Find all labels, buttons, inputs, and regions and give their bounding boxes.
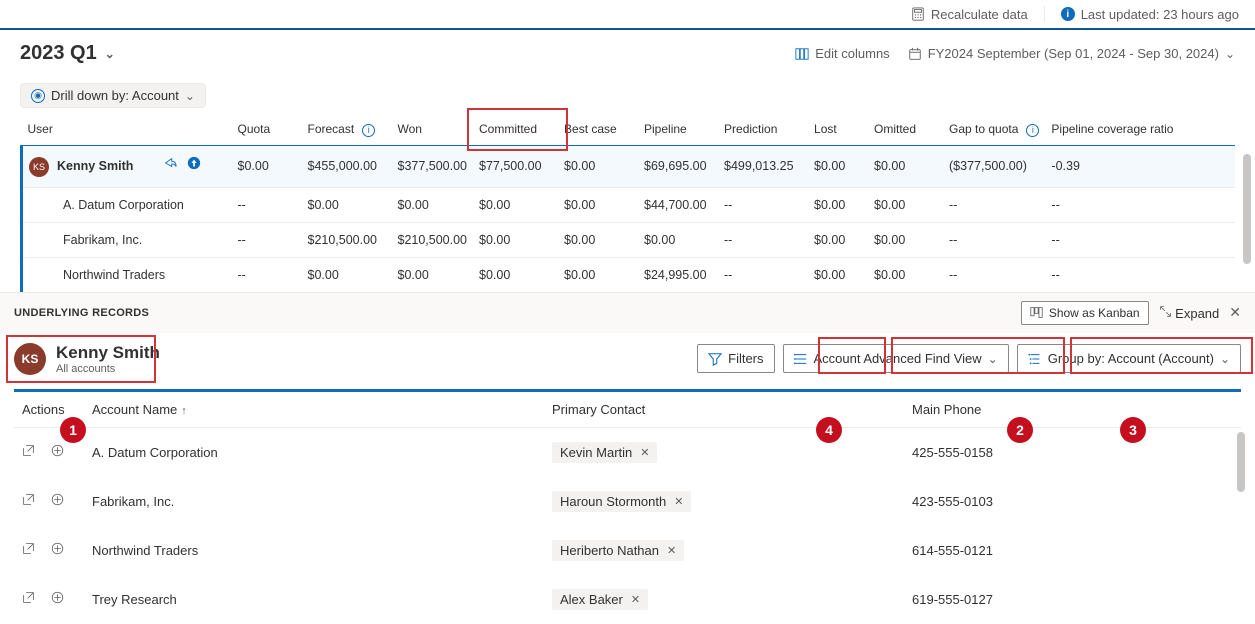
- last-updated-label: Last updated: 23 hours ago: [1081, 7, 1239, 22]
- table-row[interactable]: Northwind Traders Heriberto Nathan✕ 614-…: [14, 526, 1241, 575]
- kanban-label: Show as Kanban: [1049, 306, 1140, 320]
- drill-label: Drill down by: Account: [51, 88, 179, 103]
- drill-icon: ◉: [31, 89, 45, 103]
- filter-icon: [708, 352, 722, 366]
- highlight-user: [6, 335, 156, 383]
- open-icon[interactable]: [22, 444, 35, 457]
- drill-down-button[interactable]: ◉ Drill down by: Account ⌄: [20, 83, 206, 108]
- contact-tag[interactable]: Haroun Stormonth✕: [552, 491, 691, 512]
- filters-label: Filters: [728, 351, 763, 366]
- phone: 619-555-0127: [904, 575, 1241, 624]
- add-icon[interactable]: [51, 493, 64, 506]
- period-selector[interactable]: 2023 Q1 ⌄: [20, 42, 115, 65]
- avatar: KS: [29, 157, 49, 177]
- contact-tag[interactable]: Alex Baker✕: [552, 589, 648, 610]
- account-name[interactable]: Fabrikam, Inc.: [84, 477, 544, 526]
- callout-1: 1: [60, 417, 86, 443]
- col-phone[interactable]: Main Phone: [904, 392, 1241, 428]
- list-icon: [794, 352, 808, 366]
- page-title: 2023 Q1: [20, 42, 97, 65]
- open-icon[interactable]: [22, 493, 35, 506]
- highlight-view: [891, 337, 1065, 374]
- filters-button[interactable]: Filters: [697, 344, 774, 373]
- table-row[interactable]: KSKenny Smith $0.00$455,000.00$377,500.0…: [22, 145, 1236, 187]
- col-committed[interactable]: Committed: [473, 114, 558, 145]
- forecast-grid: User Quota Forecasti Won Committed Best …: [20, 114, 1235, 292]
- remove-icon[interactable]: ✕: [667, 544, 676, 557]
- expand-label: Expand: [1175, 306, 1219, 321]
- add-icon[interactable]: [51, 591, 64, 604]
- add-icon[interactable]: [51, 444, 64, 457]
- edit-columns-button[interactable]: Edit columns: [795, 46, 889, 61]
- info-icon: i: [1061, 7, 1075, 21]
- recalculate-label: Recalculate data: [931, 7, 1028, 22]
- open-icon[interactable]: [22, 542, 35, 555]
- chevron-down-icon: ⌄: [185, 89, 195, 103]
- recalculate-link[interactable]: Recalculate data: [911, 7, 1028, 22]
- table-row[interactable]: Northwind Traders--$0.00$0.00$0.00$0.00$…: [22, 257, 1236, 292]
- col-lost[interactable]: Lost: [808, 114, 868, 145]
- table-row[interactable]: Fabrikam, Inc. Haroun Stormonth✕ 423-555…: [14, 477, 1241, 526]
- columns-icon: [795, 47, 809, 61]
- col-won[interactable]: Won: [392, 114, 474, 145]
- open-icon[interactable]: [22, 591, 35, 604]
- info-icon: i: [362, 124, 375, 137]
- account-name[interactable]: Trey Research: [84, 575, 544, 624]
- callout-3: 3: [1120, 417, 1146, 443]
- col-forecast[interactable]: Forecasti: [302, 114, 392, 145]
- phone: 425-555-0158: [904, 427, 1241, 477]
- show-kanban-button[interactable]: Show as Kanban: [1021, 301, 1149, 325]
- share-icon[interactable]: [163, 156, 177, 170]
- callout-4: 4: [816, 417, 842, 443]
- scrollbar[interactable]: [1243, 154, 1251, 264]
- sort-asc-icon: ↑: [181, 405, 187, 417]
- table-row[interactable]: A. Datum Corporation--$0.00$0.00$0.00$0.…: [22, 187, 1236, 222]
- col-contact[interactable]: Primary Contact: [544, 392, 904, 428]
- table-row[interactable]: A. Datum Corporation Kevin Martin✕ 425-5…: [14, 427, 1241, 477]
- col-account-name[interactable]: Account Name↑: [84, 392, 544, 428]
- highlight-group: [1070, 337, 1253, 374]
- table-row[interactable]: Trey Research Alex Baker✕ 619-555-0127: [14, 575, 1241, 624]
- remove-icon[interactable]: ✕: [640, 446, 649, 459]
- callout-2: 2: [1007, 417, 1033, 443]
- add-icon[interactable]: [51, 542, 64, 555]
- expand-icon: [1159, 305, 1172, 318]
- remove-icon[interactable]: ✕: [674, 495, 683, 508]
- kanban-icon: [1030, 306, 1043, 319]
- last-updated: i Last updated: 23 hours ago: [1061, 7, 1239, 22]
- fiscal-period-label: FY2024 September (Sep 01, 2024 - Sep 30,…: [928, 46, 1219, 61]
- info-icon: i: [1026, 124, 1039, 137]
- contact-tag[interactable]: Heriberto Nathan✕: [552, 540, 684, 561]
- underlying-title: UNDERLYING RECORDS: [14, 307, 149, 319]
- up-icon[interactable]: [187, 156, 201, 170]
- contact-tag[interactable]: Kevin Martin✕: [552, 442, 657, 463]
- remove-icon[interactable]: ✕: [631, 593, 640, 606]
- col-best[interactable]: Best case: [558, 114, 638, 145]
- expand-button[interactable]: Expand: [1159, 305, 1220, 321]
- chevron-down-icon: ⌄: [105, 47, 115, 61]
- table-row[interactable]: Fabrikam, Inc.--$210,500.00$210,500.00$0…: [22, 222, 1236, 257]
- calculator-icon: [911, 7, 925, 21]
- account-name[interactable]: A. Datum Corporation: [84, 427, 544, 477]
- highlight-filters: [818, 337, 886, 374]
- col-prediction[interactable]: Prediction: [718, 114, 808, 145]
- phone: 614-555-0121: [904, 526, 1241, 575]
- col-user[interactable]: User: [22, 114, 232, 145]
- col-gap[interactable]: Gap to quotai: [943, 114, 1045, 145]
- scrollbar[interactable]: [1237, 432, 1245, 492]
- records-grid: Actions Account Name↑ Primary Contact Ma…: [14, 392, 1241, 624]
- calendar-icon: [908, 47, 922, 61]
- edit-columns-label: Edit columns: [815, 46, 889, 61]
- close-icon[interactable]: ✕: [1229, 304, 1241, 321]
- col-omitted[interactable]: Omitted: [868, 114, 943, 145]
- account-name[interactable]: Northwind Traders: [84, 526, 544, 575]
- chevron-down-icon: ⌄: [1225, 47, 1235, 61]
- fiscal-period-selector[interactable]: FY2024 September (Sep 01, 2024 - Sep 30,…: [908, 46, 1235, 61]
- phone: 423-555-0103: [904, 477, 1241, 526]
- col-pipeline[interactable]: Pipeline: [638, 114, 718, 145]
- col-quota[interactable]: Quota: [232, 114, 302, 145]
- col-ratio[interactable]: Pipeline coverage ratio: [1045, 114, 1235, 145]
